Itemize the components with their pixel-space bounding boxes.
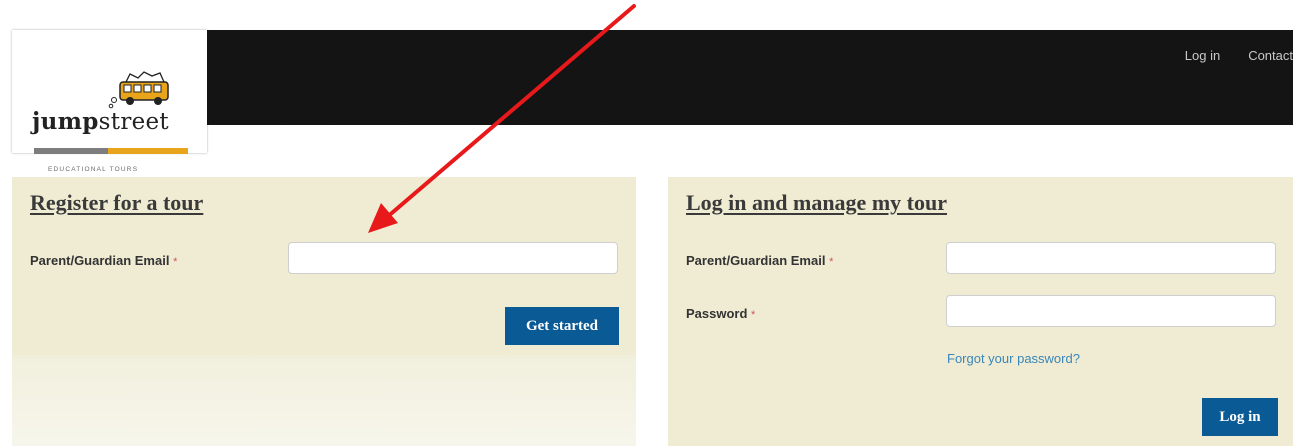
- login-panel: Log in and manage my tour Parent/Guardia…: [668, 177, 1293, 446]
- nav-login-link[interactable]: Log in: [1185, 48, 1220, 63]
- login-email-label-text: Parent/Guardian Email: [686, 253, 826, 268]
- register-panel-footer: [12, 355, 636, 446]
- brand-name-rest: street: [98, 109, 169, 135]
- page: Log in Contact jumpstreet EDUCATIONAL TO…: [0, 0, 1293, 446]
- nav-contact-link[interactable]: Contact: [1248, 48, 1293, 63]
- login-button[interactable]: Log in: [1202, 398, 1278, 436]
- get-started-button[interactable]: Get started: [505, 307, 619, 345]
- required-mark: *: [751, 309, 756, 321]
- register-email-label-text: Parent/Guardian Email: [30, 253, 170, 268]
- forgot-password-link[interactable]: Forgot your password?: [947, 351, 1080, 366]
- required-mark: *: [829, 256, 834, 268]
- brand-wordmark: jumpstreet: [32, 108, 169, 135]
- login-email-input[interactable]: [946, 242, 1276, 274]
- register-panel: Register for a tour Parent/Guardian Emai…: [12, 177, 636, 355]
- required-mark: *: [173, 256, 178, 268]
- password-label: Password *: [686, 306, 755, 321]
- login-title: Log in and manage my tour: [686, 190, 947, 215]
- school-bus-icon: [108, 71, 169, 109]
- logo-stripe-grey: [34, 148, 114, 154]
- register-email-label: Parent/Guardian Email *: [30, 253, 177, 268]
- login-email-label: Parent/Guardian Email *: [686, 253, 833, 268]
- brand-tagline: EDUCATIONAL TOURS: [48, 166, 139, 173]
- register-title: Register for a tour: [30, 190, 204, 215]
- header-torn-edge: [206, 100, 1293, 125]
- password-input[interactable]: [946, 295, 1276, 327]
- logo-stripe-gold: [108, 148, 188, 154]
- password-label-text: Password: [686, 306, 748, 321]
- brand-logo[interactable]: jumpstreet EDUCATIONAL TOURS: [12, 30, 207, 173]
- brand-name-bold: jump: [32, 108, 99, 135]
- register-email-input[interactable]: [288, 242, 618, 274]
- top-nav: Log in Contact: [1157, 48, 1293, 63]
